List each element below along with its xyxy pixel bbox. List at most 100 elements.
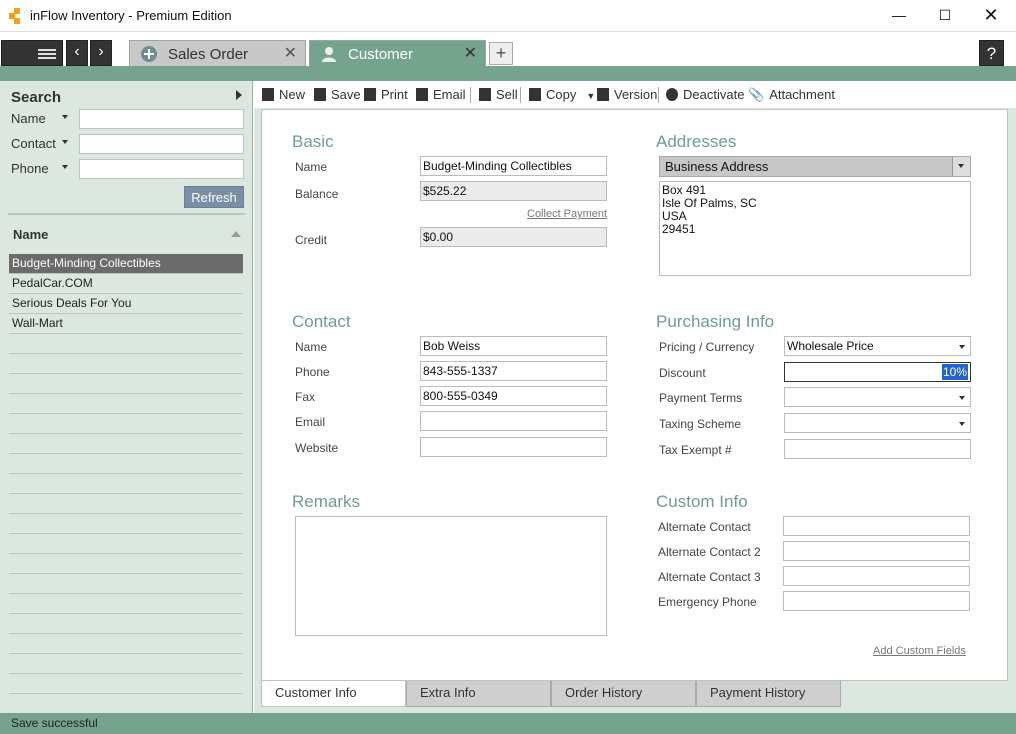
email-label: Email (295, 415, 326, 429)
close-tab-icon[interactable]: ✕ (284, 41, 297, 66)
tab-order-history[interactable]: Order History (551, 681, 696, 707)
tab-customer[interactable]: Customer ✕ (309, 40, 486, 67)
paperclip-icon: 📎 (748, 87, 765, 102)
address-type-button[interactable] (952, 157, 970, 176)
collapse-sidebar-icon[interactable] (236, 90, 242, 100)
new-button[interactable]: New (262, 86, 305, 104)
attachment-button[interactable]: 📎 Attachment (748, 86, 835, 104)
tab-customer-info[interactable]: Customer Info (261, 681, 406, 707)
contact-name-label: Name (295, 340, 328, 354)
name-label: Name (295, 160, 328, 174)
list-item-empty (9, 514, 243, 534)
add-tab-button[interactable]: + (489, 42, 513, 65)
back-button[interactable]: ‹ (66, 40, 88, 66)
version-icon (597, 88, 609, 101)
add-custom-fields-link[interactable]: Add Custom Fields (873, 645, 966, 657)
list-item-empty (9, 494, 243, 514)
close-tab-icon[interactable]: ✕ (464, 41, 477, 66)
tab-payment-history[interactable]: Payment History (696, 681, 841, 707)
sort-ascending-icon[interactable] (231, 231, 241, 237)
list-item-empty (9, 374, 243, 394)
deactivate-label: Deactivate (683, 87, 745, 102)
collect-payment-link[interactable]: Collect Payment (527, 208, 607, 220)
deactivate-button[interactable]: Deactivate (666, 86, 744, 104)
customer-name-field[interactable]: Budget-Minding Collectibles (420, 156, 607, 176)
printer-icon (364, 88, 376, 101)
email-button[interactable]: Email (416, 86, 466, 104)
alternate-contact-field[interactable] (783, 516, 970, 536)
list-item[interactable]: Wall-Mart (9, 314, 243, 334)
alternate-contact-3-field[interactable] (783, 566, 970, 586)
copy-label: Copy (546, 87, 577, 102)
search-contact-dropdown-icon[interactable] (62, 140, 68, 144)
new-document-icon (262, 88, 274, 101)
list-item-empty (9, 634, 243, 654)
address-line: 29451 (662, 222, 696, 236)
tab-extra-info[interactable]: Extra Info (406, 681, 551, 707)
list-item[interactable]: PedalCar.COM (9, 274, 243, 294)
phone-label: Phone (295, 365, 330, 379)
copy-button[interactable]: Copy ▼ (529, 86, 595, 104)
pricing-currency-select[interactable]: Wholesale Price (784, 336, 971, 356)
main-menu-button[interactable] (1, 40, 63, 66)
divider (8, 213, 245, 215)
status-bar: Save successful (0, 713, 1016, 734)
search-phone-input[interactable] (79, 159, 244, 179)
toolbar-divider (470, 87, 471, 103)
taxing-scheme-label: Taxing Scheme (659, 417, 742, 431)
tab-sales-order[interactable]: Sales Order ✕ (129, 40, 306, 67)
contact-name-field[interactable]: Bob Weiss (420, 336, 607, 356)
copy-dropdown-icon[interactable]: ▼ (586, 91, 595, 101)
list-item[interactable]: Budget-Minding Collectibles (9, 254, 243, 274)
search-contact-input[interactable] (79, 134, 244, 154)
list-item-empty (9, 434, 243, 454)
address-type-select[interactable]: Business Address (659, 156, 971, 177)
payment-terms-select[interactable] (784, 387, 971, 407)
website-label: Website (295, 441, 339, 455)
basic-section-title: Basic (292, 132, 334, 151)
alternate-contact-2-field[interactable] (783, 541, 970, 561)
maximize-icon[interactable]: ☐ (922, 0, 968, 32)
contact-section-title: Contact (292, 312, 351, 331)
refresh-button[interactable]: Refresh (184, 186, 244, 208)
copy-icon (529, 88, 541, 101)
list-item-empty (9, 614, 243, 634)
print-button[interactable]: Print (364, 86, 408, 104)
title-bar: inFlow Inventory - Premium Edition — ☐ ✕ (0, 0, 1016, 32)
customer-icon (322, 47, 336, 62)
search-name-input[interactable] (79, 109, 244, 129)
list-column-header[interactable]: Name (13, 227, 48, 242)
hamburger-icon (38, 49, 56, 51)
search-phone-dropdown-icon[interactable] (62, 165, 68, 169)
save-icon (314, 88, 326, 101)
taxing-scheme-select[interactable] (784, 413, 971, 433)
toolbar: New Save Print Email Sell Copy ▼ Version … (254, 81, 1016, 108)
save-button[interactable]: Save (314, 86, 361, 104)
discount-field[interactable]: 10% (784, 362, 971, 382)
payment-terms-label: Payment Terms (659, 391, 743, 405)
version-label: Version (614, 87, 658, 102)
email-field[interactable] (420, 411, 607, 431)
deactivate-icon (666, 88, 678, 101)
remarks-textarea[interactable] (295, 516, 607, 636)
list-item[interactable]: Serious Deals For You (9, 294, 243, 314)
fax-field[interactable]: 800-555-0349 (420, 386, 607, 406)
website-field[interactable] (420, 437, 607, 457)
phone-field[interactable]: 843-555-1337 (420, 361, 607, 381)
search-name-dropdown-icon[interactable] (62, 115, 68, 119)
minimize-icon[interactable]: — (876, 0, 922, 32)
save-label: Save (331, 87, 361, 102)
tax-exempt-field[interactable] (784, 439, 971, 459)
list-item-empty (9, 454, 243, 474)
sell-button[interactable]: Sell (479, 86, 518, 104)
help-button[interactable]: ? (979, 40, 1004, 66)
close-window-icon[interactable]: ✕ (968, 0, 1014, 32)
address-textarea[interactable]: Box 491 Isle Of Palms, SC USA 29451 (659, 181, 971, 276)
list-item-empty (9, 574, 243, 594)
emergency-phone-field[interactable] (783, 591, 970, 611)
emergency-phone-label: Emergency Phone (658, 595, 757, 609)
forward-button[interactable]: › (90, 40, 112, 66)
sales-order-icon (141, 46, 157, 62)
version-button[interactable]: Version (597, 86, 657, 104)
header-band (0, 66, 1016, 81)
